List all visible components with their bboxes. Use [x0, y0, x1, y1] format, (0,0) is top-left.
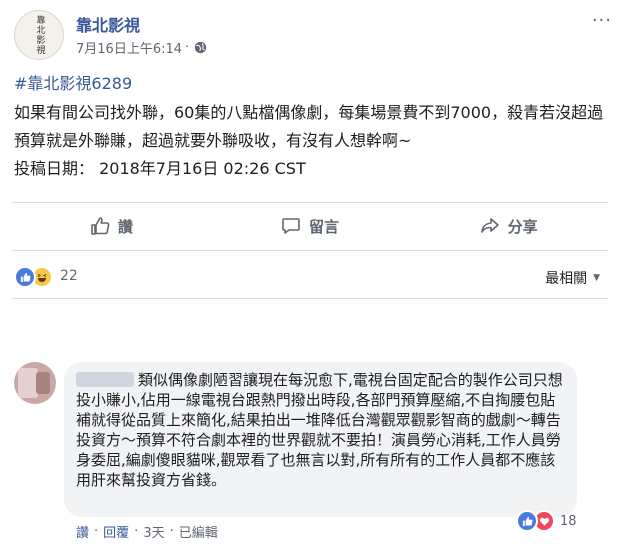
page-logo: 靠北影視: [34, 15, 45, 55]
share-icon: [480, 218, 499, 233]
divider-bottom: [12, 250, 608, 251]
more-options-icon[interactable]: ···: [592, 10, 612, 31]
page-name-link[interactable]: 靠北影視: [76, 12, 140, 36]
share-label: 分享: [507, 217, 538, 236]
thumbs-up-icon: [91, 217, 110, 235]
like-button[interactable]: 讚: [12, 204, 211, 248]
post-action-bar: 讚 留言 分享: [12, 204, 608, 248]
comment-icon: [282, 218, 300, 234]
hashtag-link[interactable]: #靠北影視6289: [14, 70, 132, 94]
comment-label: 留言: [309, 217, 340, 236]
like-reaction-icon: [14, 266, 36, 288]
comment-text: 類似偶像劇陋習讓現在每況愈下,電視台固定配合的製作公司只想投小賺小,佔用一線電視…: [76, 371, 563, 489]
separator: ·: [94, 524, 99, 539]
post-meta: 7月16日上午6:14 ·: [76, 38, 207, 57]
separator: ·: [134, 524, 139, 539]
comment-reactions[interactable]: 18: [516, 510, 577, 532]
comment-reaction-count: 18: [560, 513, 577, 529]
share-button[interactable]: 分享: [409, 204, 608, 248]
separator: ·: [169, 524, 174, 539]
page-avatar[interactable]: 靠北影視: [14, 10, 64, 60]
post-body-text: 如果有間公司找外聯，60集的八點檔偶像劇，每集場景費不到7000，殺青若沒超過預…: [14, 103, 604, 150]
avatar-blur-right: [36, 372, 50, 394]
like-label: 讚: [117, 217, 133, 236]
post-body: 如果有間公司找外聯，60集的八點檔偶像劇，每集場景費不到7000，殺青若沒超過預…: [14, 99, 610, 183]
comment-edited-label[interactable]: 已編輯: [179, 522, 218, 541]
divider-top: [12, 202, 608, 203]
post-header: 靠北影視 靠北影視 7月16日上午6:14 · ···: [14, 8, 614, 60]
reaction-icons[interactable]: [14, 266, 53, 288]
comment-reply-button[interactable]: 回覆: [103, 522, 129, 541]
reaction-count[interactable]: 22: [60, 268, 78, 284]
commenter-name-redacted[interactable]: [76, 372, 134, 387]
commenter-avatar[interactable]: [14, 362, 56, 404]
meta-separator: ·: [185, 40, 190, 55]
comment-bubble: 類似偶像劇陋習讓現在每況愈下,電視台固定配合的製作公司只想投小賺小,佔用一線電視…: [64, 362, 577, 517]
comment-time[interactable]: 3天: [143, 522, 164, 541]
post-timestamp[interactable]: 7月16日上午6:14: [76, 38, 182, 57]
comment-actions: 讚 · 回覆 · 3天 · 已編輯: [76, 522, 218, 541]
divider-comments: [12, 298, 608, 299]
comment-body: 類似偶像劇陋習讓現在每況愈下,電視台固定配合的製作公司只想投小賺小,佔用一線電視…: [76, 370, 565, 490]
globe-icon: [194, 41, 207, 54]
comment-button[interactable]: 留言: [211, 204, 410, 248]
comment-like-button[interactable]: 讚: [76, 522, 89, 541]
sort-label: 最相關: [545, 271, 588, 287]
reactions-summary: 22 最相關 ▼: [14, 262, 608, 290]
avatar-blur-left: [18, 368, 38, 398]
sort-dropdown[interactable]: 最相關 ▼: [545, 268, 600, 288]
like-reaction-icon: [516, 510, 538, 532]
post-submission-date: 投稿日期： 2018年7月16日 02:26 CST: [14, 159, 306, 178]
chevron-down-icon: ▼: [593, 273, 600, 283]
